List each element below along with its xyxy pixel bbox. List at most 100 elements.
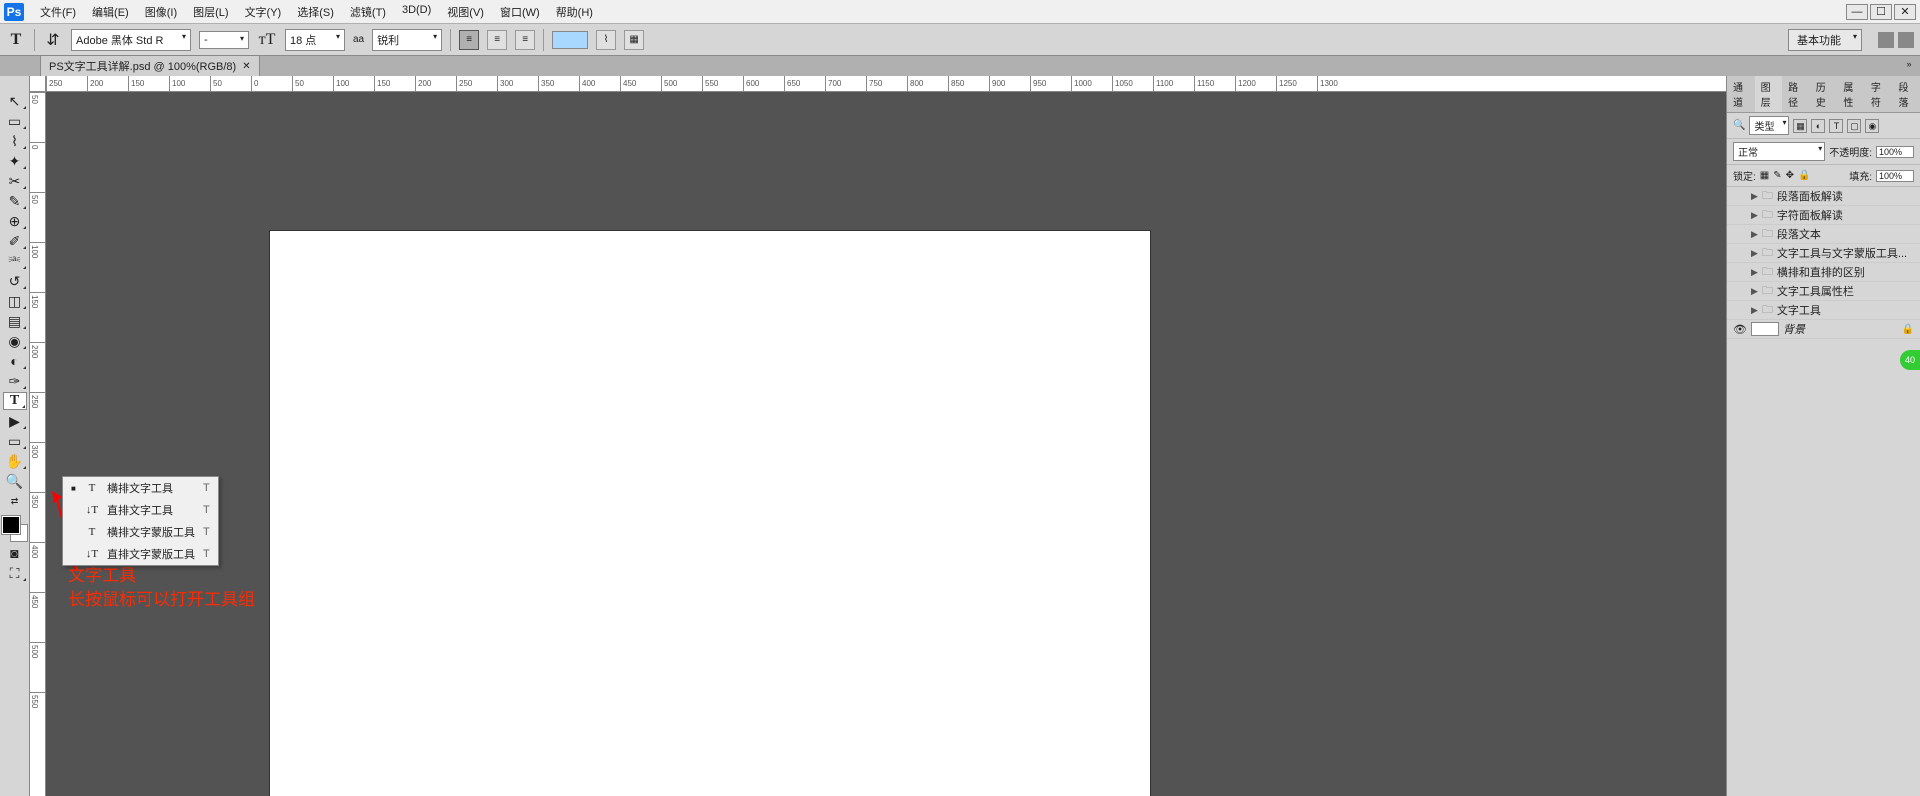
layer-row[interactable]: ▶🗀横排和直排的区别 [1727, 263, 1920, 282]
pen-tool[interactable]: ✑ [3, 372, 27, 390]
swap-colors-icon[interactable]: ⇄ [3, 492, 27, 510]
ctx-icon-2[interactable] [1898, 32, 1914, 48]
options-bar: T ⇵ Adobe 黑体 Std R - тT 18 点 aa 锐利 ≡ ≡ ≡… [0, 24, 1920, 56]
layer-row[interactable]: ▶🗀文字工具与文字蒙版工具... [1727, 244, 1920, 263]
panel-tab[interactable]: 图层 [1755, 76, 1783, 112]
ctx-icon-1[interactable] [1878, 32, 1894, 48]
shape-tool[interactable]: ▭ [3, 432, 27, 450]
layer-row[interactable]: ▶🗀段落文本 [1727, 225, 1920, 244]
close-tab-icon[interactable]: ✕ [242, 61, 250, 72]
canvas-area: 2502001501005005010015020025030035040045… [30, 76, 1726, 796]
gradient-tool[interactable]: ▤ [3, 312, 27, 330]
menu-item[interactable]: 编辑(E) [84, 4, 137, 20]
workspace-select[interactable]: 基本功能 [1788, 29, 1862, 51]
eraser-tool[interactable]: ◫ [3, 292, 27, 310]
close-button[interactable]: ✕ [1894, 4, 1916, 20]
tool-preset-icon[interactable]: T [6, 30, 26, 50]
layer-row[interactable]: ▶🗀字符面板解读 [1727, 206, 1920, 225]
side-badge[interactable]: 40 [1900, 350, 1920, 370]
fg-color-swatch[interactable] [2, 516, 20, 534]
flyout-item[interactable]: T横排文字蒙版工具T [63, 521, 218, 543]
ruler-corner [30, 76, 46, 92]
align-right-button[interactable]: ≡ [515, 30, 535, 50]
zoom-tool[interactable]: 🔍 [3, 472, 27, 490]
antialias-select[interactable]: 锐利 [372, 29, 442, 51]
lock-pos-icon[interactable]: ✥ [1786, 170, 1794, 181]
flyout-item[interactable]: ↓T直排文字蒙版工具T [63, 543, 218, 565]
filter-smart-icon[interactable]: ◉ [1865, 119, 1879, 133]
flyout-item[interactable]: ■T横排文字工具T [63, 477, 218, 499]
align-center-button[interactable]: ≡ [487, 30, 507, 50]
filter-pixel-icon[interactable]: ▦ [1793, 119, 1807, 133]
annotation-text: 文字工具 长按鼠标可以打开工具组 [68, 564, 255, 612]
stamp-tool[interactable]: ⎃ [3, 252, 27, 270]
wand-tool[interactable]: ✦ [3, 152, 27, 170]
menu-item[interactable]: 文件(F) [32, 4, 84, 20]
menu-item[interactable]: 帮助(H) [548, 4, 601, 20]
text-orientation-icon[interactable]: ⇵ [43, 30, 63, 50]
document-canvas[interactable] [270, 231, 1150, 796]
lasso-tool[interactable]: ⌇ [3, 132, 27, 150]
panel-tab[interactable]: 通道 [1727, 76, 1755, 112]
char-panel-button[interactable]: ▦ [624, 30, 644, 50]
layer-row[interactable]: ▶🗀文字工具 [1727, 301, 1920, 320]
font-size-icon: тT [257, 30, 277, 50]
menu-item[interactable]: 图像(I) [137, 4, 185, 20]
type-tool-flyout: ■T横排文字工具T↓T直排文字工具TT横排文字蒙版工具T↓T直排文字蒙版工具T [62, 476, 219, 566]
screen-mode-tool[interactable]: ⛶ [3, 564, 27, 582]
marquee-tool[interactable]: ▭ [3, 112, 27, 130]
font-style-select[interactable]: - [199, 31, 249, 49]
visibility-icon[interactable]: 👁 [1733, 323, 1747, 336]
panel-tabs: 通道图层路径历史属性字符段落 [1727, 76, 1920, 113]
warp-text-button[interactable]: ⌇ [596, 30, 616, 50]
opacity-value[interactable]: 100% [1876, 146, 1914, 158]
layer-row[interactable]: 👁背景🔒 [1727, 320, 1920, 339]
crop-tool[interactable]: ✂ [3, 172, 27, 190]
menu-item[interactable]: 视图(V) [439, 4, 492, 20]
layer-row[interactable]: ▶🗀段落面板解读 [1727, 187, 1920, 206]
lock-trans-icon[interactable]: ▦ [1760, 170, 1769, 181]
menu-item[interactable]: 窗口(W) [492, 4, 548, 20]
flyout-item[interactable]: ↓T直排文字工具T [63, 499, 218, 521]
color-wells[interactable] [2, 516, 28, 542]
minimize-button[interactable]: — [1846, 4, 1868, 20]
menu-item[interactable]: 图层(L) [185, 4, 236, 20]
lock-all-icon[interactable]: 🔒 [1798, 170, 1810, 181]
panel-tab[interactable]: 属性 [1837, 76, 1865, 112]
filter-type-select[interactable]: 类型 [1749, 116, 1789, 135]
eyedropper-tool[interactable]: ✎ [3, 192, 27, 210]
menu-item[interactable]: 滤镜(T) [342, 4, 394, 20]
expand-panels-icon[interactable]: » [1902, 59, 1916, 73]
quickmask-tool[interactable]: ◙ [3, 544, 27, 562]
panel-tab[interactable]: 字符 [1865, 76, 1893, 112]
move-tool[interactable]: ↖ [3, 92, 27, 110]
app-logo-icon: Ps [4, 3, 24, 21]
maximize-button[interactable]: ☐ [1870, 4, 1892, 20]
path-select-tool[interactable]: ▶ [3, 412, 27, 430]
panel-tab[interactable]: 历史 [1810, 76, 1838, 112]
font-size-select[interactable]: 18 点 [285, 29, 345, 51]
history-brush-tool[interactable]: ↺ [3, 272, 27, 290]
text-color-swatch[interactable] [552, 31, 588, 49]
brush-tool[interactable]: ✐ [3, 232, 27, 250]
font-family-select[interactable]: Adobe 黑体 Std R [71, 29, 191, 51]
filter-adjust-icon[interactable]: ◐ [1811, 119, 1825, 133]
blur-tool[interactable]: ◉ [3, 332, 27, 350]
blend-mode-select[interactable]: 正常 [1733, 142, 1825, 161]
menu-item[interactable]: 3D(D) [394, 4, 439, 20]
filter-shape-icon[interactable]: ▢ [1847, 119, 1861, 133]
fill-value[interactable]: 100% [1876, 170, 1914, 182]
filter-type-icon[interactable]: T [1829, 119, 1843, 133]
align-left-button[interactable]: ≡ [459, 30, 479, 50]
lock-paint-icon[interactable]: ✎ [1773, 170, 1781, 181]
hand-tool[interactable]: ✋ [3, 452, 27, 470]
heal-tool[interactable]: ⊕ [3, 212, 27, 230]
menu-item[interactable]: 文字(Y) [237, 4, 290, 20]
dodge-tool[interactable]: ◐ [3, 352, 27, 370]
panel-tab[interactable]: 段落 [1892, 76, 1920, 112]
menu-item[interactable]: 选择(S) [289, 4, 342, 20]
layer-row[interactable]: ▶🗀文字工具属性栏 [1727, 282, 1920, 301]
panel-tab[interactable]: 路径 [1782, 76, 1810, 112]
type-tool[interactable]: T [3, 392, 27, 410]
document-tab[interactable]: PS文字工具详解.psd @ 100%(RGB/8) ✕ [40, 55, 260, 77]
